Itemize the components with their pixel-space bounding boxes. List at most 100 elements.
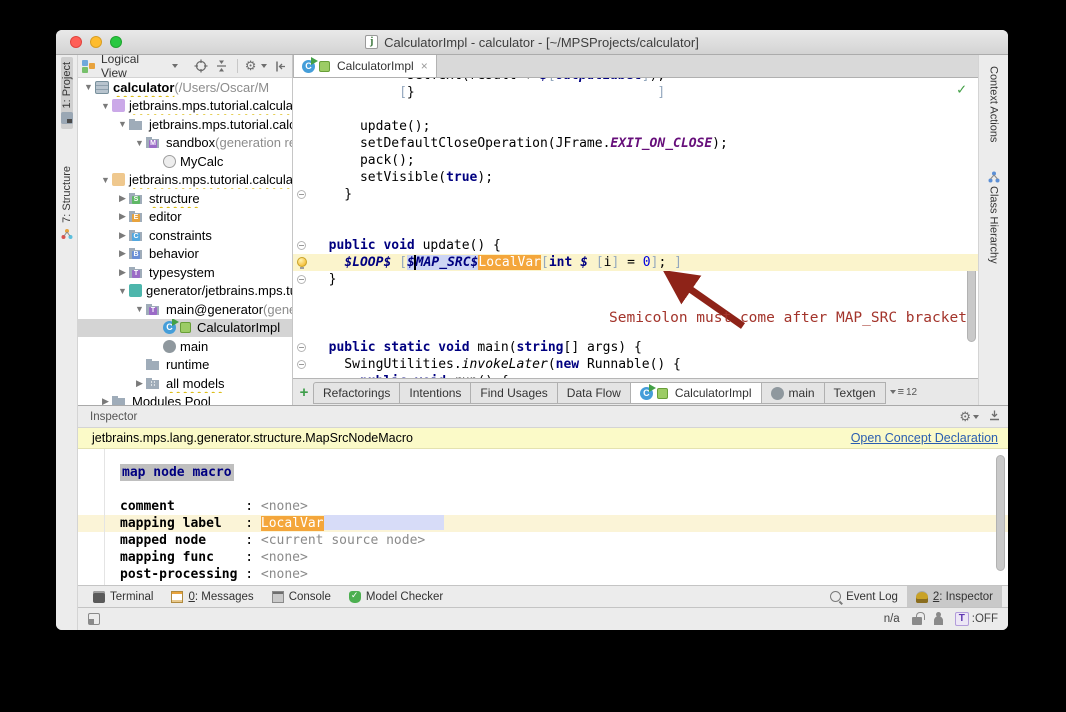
tree-expanded-arrow-icon[interactable]: ▼ xyxy=(116,286,129,296)
code-line[interactable]: SwingUtilities.invokeLater(new Runnable(… xyxy=(293,356,978,373)
toolwindow-button-2-inspector[interactable]: 2: Inspector xyxy=(906,586,1002,607)
code-line[interactable] xyxy=(293,322,978,339)
fold-marker-icon[interactable] xyxy=(297,241,306,250)
inspector-scrollbar[interactable] xyxy=(996,455,1005,571)
bottom-tab-data-flow[interactable]: Data Flow xyxy=(557,382,631,404)
toolwindow-toggle-icon[interactable] xyxy=(88,613,100,625)
code-line[interactable]: $LOOP$ [$MAP_SRC$LocalVar[int $ [i] = 0]… xyxy=(293,254,978,271)
code-line[interactable]: public static void main(string[] args) { xyxy=(293,339,978,356)
bottom-tab-textgen[interactable]: Textgen xyxy=(824,382,886,404)
inspector-row-value[interactable]: LocalVar xyxy=(260,516,324,531)
code-line[interactable]: [} ] xyxy=(293,84,978,101)
tree-item-main-generator[interactable]: ▼ main@generator (generation required) xyxy=(78,300,292,319)
typesystem-toggle[interactable]: T xyxy=(954,612,969,626)
bottom-tab-refactorings[interactable]: Refactorings xyxy=(313,382,401,404)
collapse-all-icon[interactable] xyxy=(214,58,230,74)
code-line[interactable]: public void run() { xyxy=(293,373,978,378)
view-selector[interactable]: Logical View xyxy=(101,52,167,80)
toolwindow-tab-class-hierarchy[interactable]: Class Hierarchy xyxy=(988,165,1000,269)
tree-item-jetbrains-mps-tutorial-calcula[interactable]: ▼ jetbrains.mps.tutorial.calculator xyxy=(78,115,292,134)
tree-item-calculator[interactable]: ▼ calculator (/Users/Oscar/M xyxy=(78,78,292,97)
gear-icon[interactable]: ⚙ xyxy=(245,59,257,73)
code-line[interactable]: public void update() { xyxy=(293,237,978,254)
hide-panel-icon[interactable] xyxy=(272,58,288,74)
tree-item-runtime[interactable]: runtime xyxy=(78,356,292,375)
code-editor[interactable]: ✓ Semicolon must come after MAP_SRC brac… xyxy=(293,78,978,378)
code-line[interactable]: pack(); xyxy=(293,152,978,169)
code-line[interactable]: } xyxy=(293,271,978,288)
inspector-row-mapping-func[interactable]: mapping func: <none> xyxy=(78,549,1008,566)
tree-item-generator-jetbrains-mps-tutori[interactable]: ▼ generator/jetbrains.mps.tutorial xyxy=(78,282,292,301)
tree-item-main[interactable]: main xyxy=(78,337,292,356)
open-concept-declaration-link[interactable]: Open Concept Declaration xyxy=(851,431,998,445)
bottom-tab-main[interactable]: main xyxy=(761,382,825,404)
inspector-row-value[interactable]: <none> xyxy=(261,567,308,582)
tree-item-jetbrains-mps-tutorial-calcula[interactable]: ▼ jetbrains.mps.tutorial.calculator xyxy=(78,97,292,116)
tree-expanded-arrow-icon[interactable]: ▼ xyxy=(116,119,129,129)
inspector-row-value[interactable]: <none> xyxy=(261,499,308,514)
tree-collapsed-arrow-icon[interactable]: ▶ xyxy=(116,230,129,241)
tree-item-mycalc[interactable]: MyCalc xyxy=(78,152,292,171)
tab-list-dropdown[interactable]: ≡ 12 xyxy=(889,386,917,398)
bottom-tab-find-usages[interactable]: Find Usages xyxy=(471,382,558,404)
fold-marker-icon[interactable] xyxy=(297,275,306,284)
fold-marker-icon[interactable] xyxy=(297,343,306,352)
tree-collapsed-arrow-icon[interactable]: ▶ xyxy=(133,378,146,389)
code-line[interactable]: setDefaultCloseOperation(JFrame.EXIT_ON_… xyxy=(293,135,978,152)
fold-marker-icon[interactable] xyxy=(297,190,306,199)
tree-expanded-arrow-icon[interactable]: ▼ xyxy=(133,138,146,148)
toolwindow-button-terminal[interactable]: Terminal xyxy=(84,586,162,607)
toolwindow-tab-context-actions[interactable]: Context Actions xyxy=(988,61,1000,147)
code-line[interactable]: setVisible(true); xyxy=(293,169,978,186)
inspector-row-mapping-label[interactable]: mapping label: LocalVar xyxy=(78,515,1008,532)
zoom-window-button[interactable] xyxy=(110,36,122,48)
tree-item-editor[interactable]: ▶ editor xyxy=(78,208,292,227)
tree-item-calculatorimpl[interactable]: C CalculatorImpl xyxy=(78,318,292,337)
toolwindow-tab-structure[interactable]: 7: Structure xyxy=(61,161,73,244)
bottom-tab-intentions[interactable]: Intentions xyxy=(400,382,472,404)
code-line[interactable] xyxy=(293,305,978,322)
tree-expanded-arrow-icon[interactable]: ▼ xyxy=(82,82,95,92)
tree-item-sandbox[interactable]: ▼ sandbox (generation required) xyxy=(78,134,292,153)
code-line[interactable] xyxy=(293,101,978,118)
toolwindow-button-console[interactable]: Console xyxy=(263,586,340,607)
toolwindow-button-0-messages[interactable]: 0: Messages xyxy=(162,586,262,607)
code-line[interactable] xyxy=(293,203,978,220)
chevron-down-icon[interactable] xyxy=(973,414,979,419)
editor-tab-calculatorimpl[interactable]: C CalculatorImpl × xyxy=(293,55,437,77)
inspector-row-comment[interactable]: comment: <none> xyxy=(78,498,1008,515)
toolwindow-tab-project[interactable]: 1: Project xyxy=(60,57,73,130)
tree-collapsed-arrow-icon[interactable]: ▶ xyxy=(116,211,129,222)
tree-expanded-arrow-icon[interactable]: ▼ xyxy=(99,175,112,185)
caret-position[interactable]: n/a xyxy=(884,613,900,625)
hector-inspections-icon[interactable] xyxy=(933,612,943,625)
toolwindow-button-event-log[interactable]: Event Log xyxy=(821,586,907,607)
toolwindow-button-model-checker[interactable]: Model Checker xyxy=(340,586,452,607)
locate-target-icon[interactable] xyxy=(194,58,210,74)
close-window-button[interactable] xyxy=(70,36,82,48)
tree-item-behavior[interactable]: ▶ behavior xyxy=(78,245,292,264)
bottom-tab-calculatorimpl[interactable]: C CalculatorImpl xyxy=(630,382,762,404)
add-tab-icon[interactable]: + xyxy=(295,384,313,401)
unlock-icon[interactable] xyxy=(911,612,925,625)
tree-collapsed-arrow-icon[interactable]: ▶ xyxy=(116,267,129,278)
inspector-body[interactable]: map node macro comment: <none> mapping la… xyxy=(78,449,1008,585)
minimize-window-button[interactable] xyxy=(90,36,102,48)
tree-expanded-arrow-icon[interactable]: ▼ xyxy=(133,304,146,314)
tree-collapsed-arrow-icon[interactable]: ▶ xyxy=(99,396,112,405)
code-line[interactable] xyxy=(293,288,978,305)
code-line[interactable]: } xyxy=(293,186,978,203)
tree-item-typesystem[interactable]: ▶ typesystem xyxy=(78,263,292,282)
tree-item-constraints[interactable]: ▶ constraints xyxy=(78,226,292,245)
inspector-row-post-processing[interactable]: post-processing: <none> xyxy=(78,566,1008,583)
tree-item-jetbrains-mps-tutorial-calcula[interactable]: ▼ jetbrains.mps.tutorial.calculator xyxy=(78,171,292,190)
intention-bulb-icon[interactable] xyxy=(297,257,307,269)
inspector-row-mapped-node[interactable]: mapped node: <current source node> xyxy=(78,532,1008,549)
close-icon[interactable]: × xyxy=(421,59,428,73)
tree-collapsed-arrow-icon[interactable]: ▶ xyxy=(116,248,129,259)
gear-icon[interactable]: ⚙ xyxy=(959,409,971,424)
chevron-down-icon[interactable] xyxy=(171,64,178,68)
code-line[interactable] xyxy=(293,220,978,237)
dock-icon[interactable] xyxy=(989,410,1000,424)
tree-collapsed-arrow-icon[interactable]: ▶ xyxy=(116,193,129,204)
